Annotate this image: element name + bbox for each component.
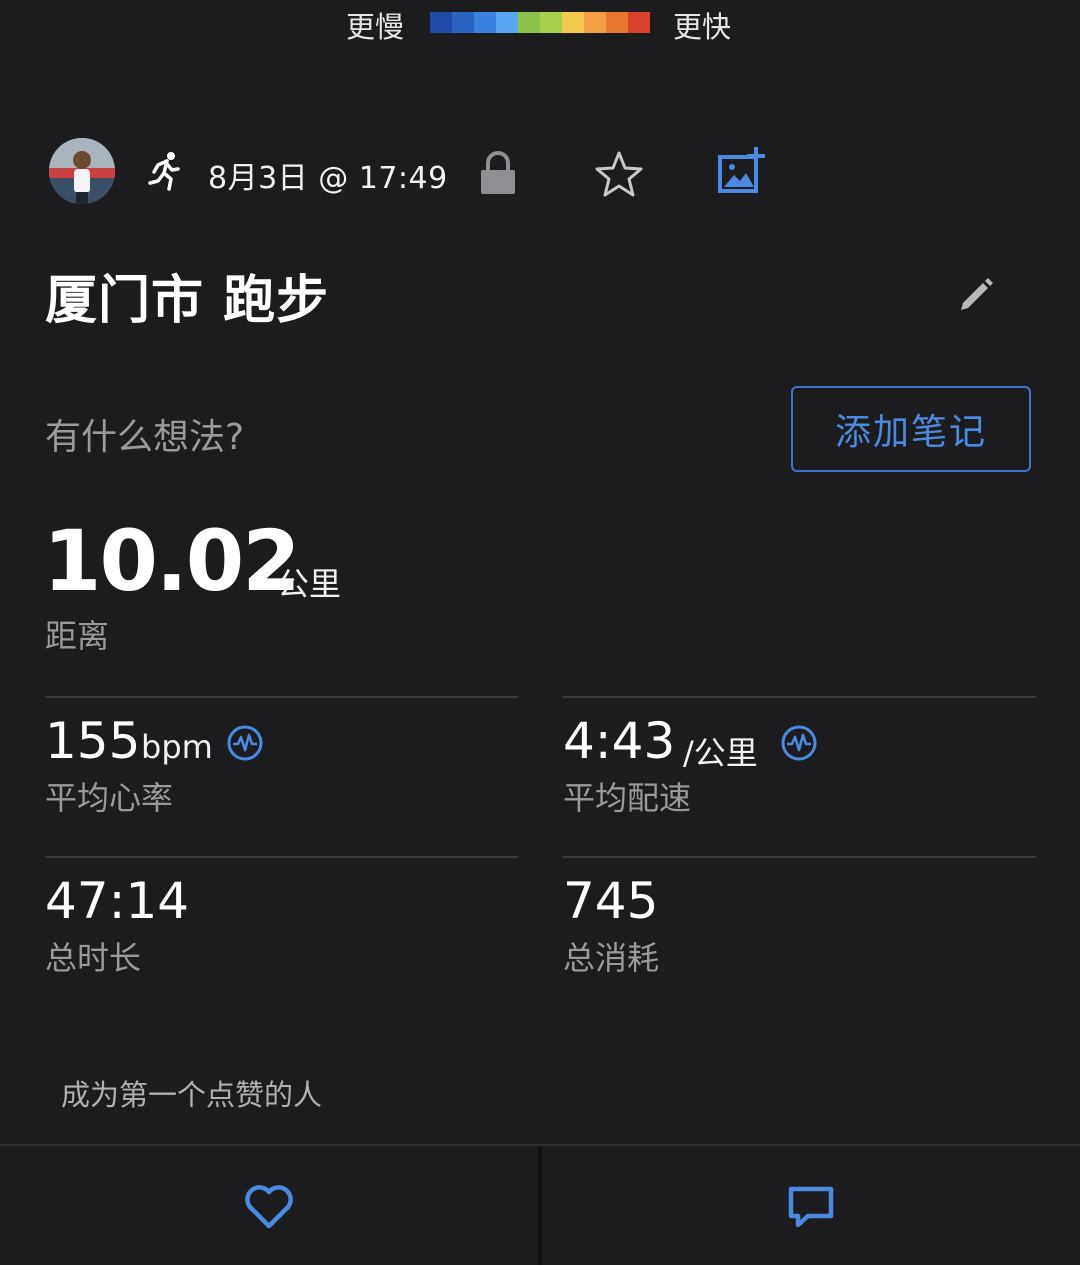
action-bar (0, 1144, 1080, 1265)
calories-value: 745 (563, 872, 659, 930)
distance-value: 10.02 (43, 512, 301, 610)
legend-slow-label: 更慢 (346, 10, 405, 44)
like-button[interactable] (0, 1146, 538, 1265)
pace-unit: /公里 (683, 734, 758, 772)
duration-label: 总时长 (45, 939, 142, 977)
pace-value: 4:43 (563, 712, 676, 770)
heart-rate-label: 平均心率 (45, 779, 174, 817)
comment-icon (788, 1186, 834, 1227)
activity-date-time: 8月3日 @ 17:49 (208, 161, 448, 196)
pace-color-segment (518, 12, 540, 33)
pace-color-segment (496, 12, 518, 33)
activity-detail-page: 更慢 更快 8月3日 @ 17:49 厦门市 跑步 有什么想法? 添加笔记 10… (0, 0, 1080, 1265)
pace-legend: 更慢 更快 (0, 0, 1080, 46)
pencil-icon[interactable] (955, 273, 995, 313)
pace-color-segment (430, 12, 452, 33)
pace-color-segment (628, 12, 650, 33)
distance-unit: 公里 (277, 565, 342, 603)
divider (563, 856, 1036, 858)
distance-label: 距离 (45, 617, 110, 655)
heart-rate-value: 155 (45, 712, 141, 770)
pace-color-segment (562, 12, 584, 33)
activity-title: 厦门市 跑步 (45, 271, 330, 331)
pace-color-segment (474, 12, 496, 33)
add-photo-icon[interactable] (716, 145, 768, 197)
add-note-button[interactable]: 添加笔记 (791, 386, 1031, 472)
pace-color-segment (584, 12, 606, 33)
divider (45, 856, 518, 858)
pace-color-segment (452, 12, 474, 33)
avatar[interactable] (49, 138, 115, 204)
heart-icon (245, 1184, 293, 1228)
pace-color-segment (606, 12, 628, 33)
comment-button[interactable] (538, 1146, 1080, 1265)
pace-zone-icon[interactable] (780, 724, 818, 762)
note-prompt: 有什么想法? (45, 417, 245, 458)
heart-rate-zone-icon[interactable] (226, 724, 264, 762)
divider (563, 696, 1036, 698)
pace-color-scale (430, 12, 650, 33)
star-icon[interactable] (594, 150, 644, 198)
pace-color-segment (540, 12, 562, 33)
pace-label: 平均配速 (563, 779, 692, 817)
divider (45, 696, 518, 698)
lock-icon[interactable] (478, 150, 518, 196)
kudos-prompt[interactable]: 成为第一个点赞的人 (61, 1072, 322, 1114)
legend-fast-label: 更快 (673, 10, 732, 44)
heart-rate-unit: bpm (141, 728, 213, 766)
running-icon (148, 152, 180, 191)
duration-value: 47:14 (45, 872, 190, 930)
calories-label: 总消耗 (563, 939, 660, 977)
